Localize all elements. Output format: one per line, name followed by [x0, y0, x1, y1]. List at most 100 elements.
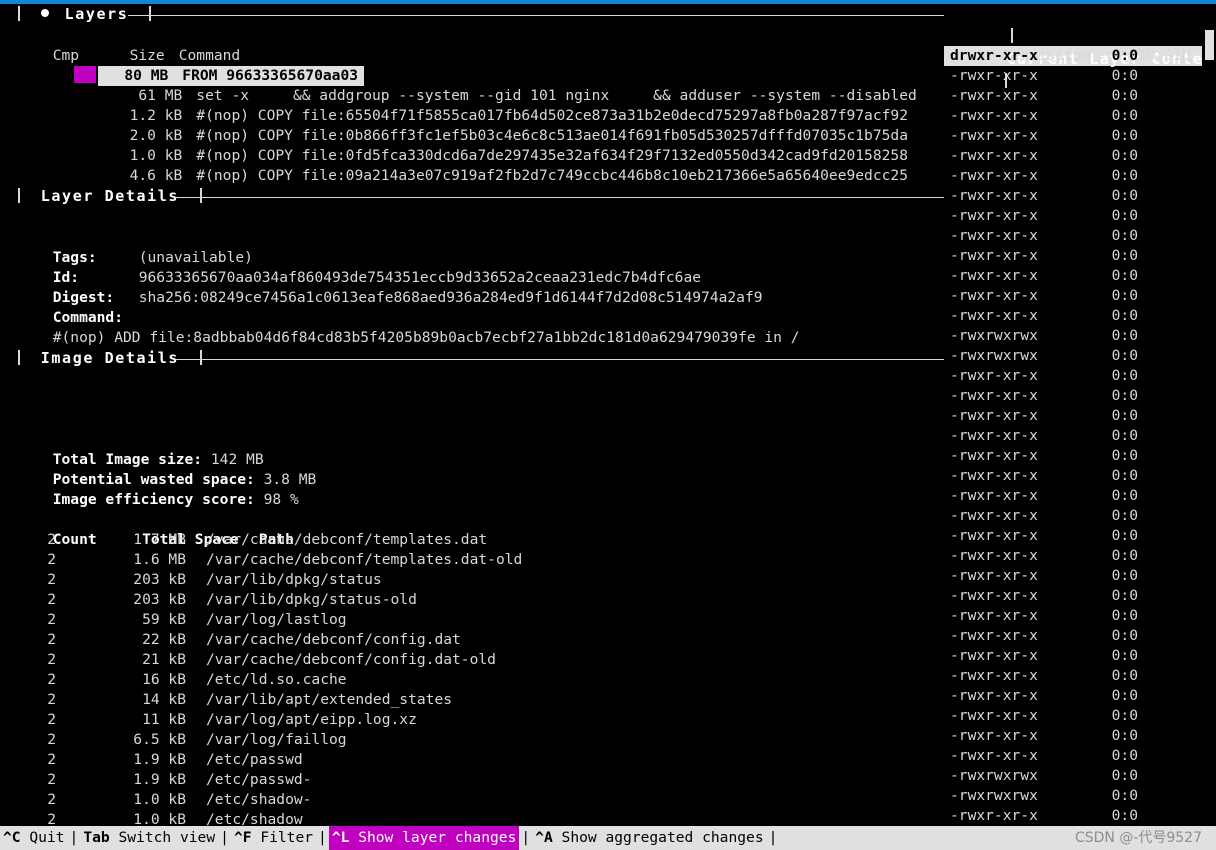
table-row[interactable]: 2 1.7 MB/var/cache/debconf/templates.dat	[0, 530, 944, 550]
table-row[interactable]: 2 1.0 kB/etc/shadow-	[0, 790, 944, 810]
status-bar: ^C Quit | Tab Switch view | ^F Filter | ^L Sho…	[0, 826, 1216, 850]
table-row[interactable]: 2 16 kB/etc/ld.so.cache	[0, 670, 944, 690]
list-item[interactable]: -rwxr-xr-x 0:0	[944, 746, 1202, 766]
vertical-scrollbar-thumb[interactable]	[1205, 30, 1214, 60]
key-binding: ^F	[233, 829, 252, 846]
list-item[interactable]: -rwxr-xr-x 0:0	[944, 146, 1202, 166]
table-row[interactable]: 2 6.5 kB/var/log/faillog	[0, 730, 944, 750]
uid-gid-value: 0:0	[1111, 647, 1138, 664]
list-item[interactable]: -rwxr-xr-x 0:0	[944, 806, 1202, 826]
table-row[interactable]: 2 1.9 kB/etc/passwd	[0, 750, 944, 770]
uid-gid-value: 0:0	[1111, 707, 1138, 724]
permission-value: -rwxr-xr-x	[950, 547, 1038, 564]
file-space: 21 kB	[142, 651, 186, 668]
list-item[interactable]: -rwxr-xr-x 0:0	[944, 646, 1202, 666]
vertical-scrollbar-track[interactable]	[1202, 4, 1216, 826]
list-item[interactable]: -rwxr-xr-x 0:0	[944, 526, 1202, 546]
table-row[interactable]: 2 22 kB/var/cache/debconf/config.dat	[0, 630, 944, 650]
table-row[interactable]: 2 203 kB/var/lib/dpkg/status-old	[0, 590, 944, 610]
layer-row-selected-content[interactable]: 80 MB FROM 96633365670aa03	[98, 66, 365, 86]
list-item[interactable]: -rwxr-xr-x 0:0	[944, 166, 1202, 186]
total-size-label: Total Image size:	[52, 451, 203, 468]
list-item[interactable]: -rwxr-xr-x 0:0	[944, 626, 1202, 646]
permission-value: -rwxrwxrwx	[950, 347, 1038, 364]
permission-value: -rwxr-xr-x	[950, 287, 1038, 304]
tags-label: Tags:	[52, 249, 97, 266]
permission-value: -rwxr-xr-x	[950, 587, 1038, 604]
uid-gid-value: 0:0	[1111, 787, 1138, 804]
list-item[interactable]: -rwxr-xr-x 0:0	[944, 126, 1202, 146]
list-item[interactable]: -rwxr-xr-x 0:0	[944, 666, 1202, 686]
list-item[interactable]: -rwxr-xr-x 0:0	[944, 486, 1202, 506]
permission-value: -rwxr-xr-x	[950, 427, 1038, 444]
layers-section-header[interactable]: Layers	[0, 4, 944, 26]
footer-item-show-aggregated-changes[interactable]: ^A Show aggregated changes	[532, 826, 766, 850]
layer-size: 1.0 kB	[129, 147, 183, 164]
uid-gid-value: 0:0	[1111, 307, 1138, 324]
table-row[interactable]: 2 14 kB/var/lib/apt/extended_states	[0, 690, 944, 710]
list-item[interactable]: -rwxr-xr-x 0:0	[944, 406, 1202, 426]
file-count: 2	[47, 711, 56, 728]
list-item[interactable]: -rwxr-xr-x 0:0	[944, 706, 1202, 726]
file-count: 2	[47, 671, 56, 688]
table-row[interactable]: 2 203 kB/var/lib/dpkg/status	[0, 570, 944, 590]
image-details-section-header[interactable]: Image Details	[0, 348, 944, 370]
permission-value: -rwxrwxrwx	[950, 787, 1038, 804]
layer-details-section-header[interactable]: Layer Details	[0, 186, 944, 208]
list-item[interactable]: -rwxrwxrwx 0:0	[944, 346, 1202, 366]
list-item[interactable]: -rwxr-xr-x 0:0	[944, 266, 1202, 286]
file-path: /var/cache/debconf/config.dat-old	[206, 651, 496, 668]
list-item[interactable]: -rwxrwxrwx 0:0	[944, 766, 1202, 786]
layer-size: 4.6 kB	[129, 167, 183, 184]
table-row[interactable]: 2 21 kB/var/cache/debconf/config.dat-old	[0, 650, 944, 670]
list-item[interactable]: -rwxr-xr-x 0:0	[944, 206, 1202, 226]
list-item[interactable]: -rwxr-xr-x 0:0	[944, 366, 1202, 386]
file-path: /etc/ld.so.cache	[206, 671, 347, 688]
list-item[interactable]: -rwxr-xr-x 0:0	[944, 586, 1202, 606]
list-item[interactable]: -rwxr-xr-x 0:0	[944, 566, 1202, 586]
list-item[interactable]: -rwxr-xr-x 0:0	[944, 246, 1202, 266]
list-item[interactable]: -rwxrwxrwx 0:0	[944, 326, 1202, 346]
layer-contents-section-header[interactable]: Current Layer Contents	[944, 4, 1202, 88]
uid-gid-value: 0:0	[1111, 147, 1138, 164]
file-count: 2	[47, 751, 56, 768]
file-space: 1.0 kB	[133, 811, 186, 826]
list-item[interactable]: -rwxr-xr-x 0:0	[944, 86, 1202, 106]
cmp-swatch-cell	[70, 66, 98, 86]
footer-item-filter[interactable]: ^F Filter	[231, 826, 316, 850]
list-item[interactable]: -rwxr-xr-x 0:0	[944, 546, 1202, 566]
key-label: Show layer changes	[358, 829, 517, 846]
file-path: /var/log/faillog	[206, 731, 347, 748]
footer-item-show-layer-changes[interactable]: ^L Show layer changes	[328, 826, 520, 850]
list-item[interactable]: -rwxr-xr-x 0:0	[944, 226, 1202, 246]
list-item[interactable]: -rwxr-xr-x 0:0	[944, 466, 1202, 486]
efficiency-label: Image efficiency score:	[52, 491, 255, 508]
list-item[interactable]: -rwxr-xr-x 0:0	[944, 426, 1202, 446]
table-row[interactable]: 2 11 kB/var/log/apt/eipp.log.xz	[0, 710, 944, 730]
list-item[interactable]: -rwxr-xr-x 0:0	[944, 506, 1202, 526]
table-row[interactable]: 2 1.6 MB/var/cache/debconf/templates.dat-…	[0, 550, 944, 570]
uid-gid-value: 0:0	[1111, 287, 1138, 304]
file-path: /var/lib/apt/extended_states	[206, 691, 453, 708]
list-item[interactable]: -rwxr-xr-x 0:0	[944, 446, 1202, 466]
list-item[interactable]: -rwxr-xr-x 0:0	[944, 106, 1202, 126]
footer-item-quit[interactable]: ^C Quit	[0, 826, 68, 850]
list-item[interactable]: -rwxr-xr-x 0:0	[944, 286, 1202, 306]
file-path: /var/log/lastlog	[206, 611, 347, 628]
table-row[interactable]: 2 1.9 kB/etc/passwd-	[0, 770, 944, 790]
list-item[interactable]: -rwxr-xr-x 0:0	[944, 686, 1202, 706]
list-item[interactable]: -rwxrwxrwx 0:0	[944, 786, 1202, 806]
list-item[interactable]: -rwxr-xr-x 0:0	[944, 386, 1202, 406]
table-row[interactable]: 2 59 kB/var/log/lastlog	[0, 610, 944, 630]
list-item[interactable]: -rwxr-xr-x 0:0	[944, 606, 1202, 626]
list-item[interactable]: -rwxr-xr-x 0:0	[944, 726, 1202, 746]
table-row[interactable]: 2 1.0 kB/etc/shadow	[0, 810, 944, 826]
footer-item-switch-view[interactable]: Tab Switch view	[80, 826, 218, 850]
key-binding: Tab	[83, 829, 110, 846]
list-item[interactable]: -rwxr-xr-x 0:0	[944, 306, 1202, 326]
list-item[interactable]: -rwxr-xr-x 0:0	[944, 186, 1202, 206]
col-cmp: Cmp	[52, 47, 80, 64]
file-count: 2	[47, 631, 56, 648]
